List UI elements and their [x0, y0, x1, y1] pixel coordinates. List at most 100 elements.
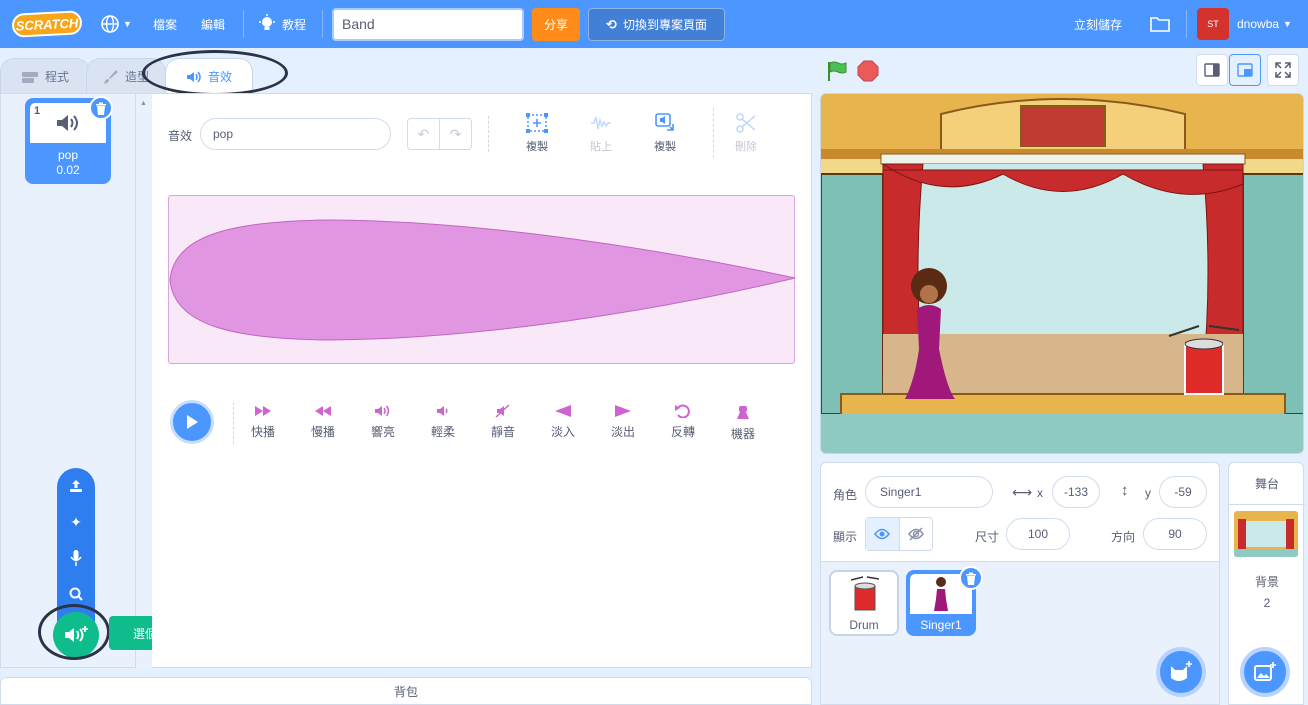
sound-name-input[interactable]: pop: [200, 118, 391, 150]
backdrop-thumbnail: [1234, 511, 1298, 557]
sprite-name: Drum: [849, 618, 879, 632]
share-button[interactable]: 分享: [532, 8, 580, 41]
tab-code[interactable]: 程式: [0, 58, 90, 94]
globe-icon: [101, 15, 119, 33]
effect-fade-in-label: 淡入: [550, 425, 575, 439]
tab-code-label: 程式: [44, 70, 69, 84]
x-arrow-icon: ⟷: [1012, 484, 1033, 500]
image-add-icon: [1254, 662, 1276, 681]
surprise-button[interactable]: ✦: [57, 510, 95, 534]
effect-fade-in-button[interactable]: 淡入: [541, 404, 585, 440]
sound-index: 1: [34, 105, 41, 117]
choose-backdrop-button[interactable]: [1240, 647, 1290, 697]
see-project-page-label: 切換到專案頁面: [622, 18, 707, 32]
stop-button[interactable]: [857, 60, 879, 85]
scratch-logo[interactable]: SCRATCH: [11, 10, 83, 38]
upload-icon: [70, 480, 82, 492]
account-menu[interactable]: dnowba ▼: [1237, 0, 1292, 48]
stage-title: 舞台: [1229, 463, 1305, 505]
copy-selection-icon: [526, 113, 548, 133]
sound-name-label: 音效: [168, 129, 193, 143]
delete-button[interactable]: 刪除: [722, 112, 770, 158]
lightbulb-icon: [259, 14, 275, 30]
effects-divider: [233, 402, 234, 444]
play-sound-button[interactable]: [170, 400, 214, 444]
direction-input[interactable]: 90: [1143, 518, 1207, 550]
menu-divider: [1186, 10, 1187, 38]
small-stage-button[interactable]: [1196, 54, 1228, 86]
stop-icon: [857, 60, 879, 82]
sound-list-scrollbar[interactable]: ▲: [135, 94, 151, 668]
effect-robot-button[interactable]: 機器: [721, 404, 765, 442]
waveform-area[interactable]: [168, 195, 796, 364]
fade-in-icon: [555, 405, 571, 417]
upload-sound-button[interactable]: [57, 474, 95, 498]
y-label: y: [1145, 486, 1151, 500]
choose-sprite-button[interactable]: [1156, 647, 1206, 697]
redo-button[interactable]: ↷: [440, 119, 471, 149]
delete-label: 刪除: [735, 141, 757, 153]
x-position-input[interactable]: -133: [1052, 476, 1100, 508]
theater-backdrop: [821, 94, 1303, 453]
sprite-name-input[interactable]: Singer1: [865, 476, 993, 508]
project-title-input[interactable]: Band: [332, 8, 524, 41]
backdrops-label: 背景: [1254, 575, 1279, 589]
eye-icon: [874, 528, 891, 540]
sprite-label: 角色: [833, 488, 858, 502]
highlight-ring: [142, 50, 288, 96]
effect-mute-button[interactable]: 靜音: [481, 404, 525, 440]
chevron-down-icon: ▼: [123, 19, 132, 29]
copy-button[interactable]: 複製: [513, 112, 561, 158]
mute-icon: [495, 404, 510, 418]
scroll-up-icon: ▲: [140, 100, 147, 107]
y-position-input[interactable]: -59: [1159, 476, 1207, 508]
large-stage-button[interactable]: [1229, 54, 1261, 86]
trash-icon: [966, 572, 976, 585]
sound-name: pop: [57, 148, 79, 162]
green-flag-button[interactable]: [826, 60, 848, 85]
large-stage-icon: [1237, 63, 1253, 77]
undo-icon: ↶: [417, 125, 430, 142]
effect-faster-button[interactable]: 快播: [241, 404, 285, 440]
my-stuff-button[interactable]: [1149, 0, 1171, 48]
undo-button[interactable]: ↶: [408, 119, 440, 149]
copy-to-new-icon: [655, 113, 674, 131]
hide-sprite-button[interactable]: [900, 518, 933, 550]
effect-slower-button[interactable]: 慢播: [301, 404, 345, 440]
volume-up-icon: [375, 405, 390, 417]
delete-sprite-button[interactable]: [959, 566, 983, 590]
tutorials-menu[interactable]: 教程: [258, 0, 306, 48]
show-label: 顯示: [833, 530, 858, 544]
sound-editor: [152, 93, 812, 668]
language-menu[interactable]: ▼: [100, 0, 132, 48]
search-icon: [69, 587, 83, 601]
stage-canvas[interactable]: [820, 93, 1304, 454]
visibility-toggle: [865, 517, 933, 551]
volume-down-icon: [437, 406, 448, 416]
file-menu[interactable]: 檔案: [153, 0, 177, 48]
effect-fade-out-label: 淡出: [610, 425, 635, 439]
effect-softer-button[interactable]: 輕柔: [421, 404, 465, 440]
copy-to-new-button[interactable]: 複製: [641, 112, 689, 158]
show-sprite-button[interactable]: [866, 518, 900, 550]
effect-robot-label: 機器: [730, 427, 755, 441]
paste-button[interactable]: 貼上: [577, 112, 625, 158]
x-label: x: [1037, 486, 1043, 500]
effect-reverse-button[interactable]: 反轉: [661, 404, 705, 440]
delete-sound-button[interactable]: [89, 96, 113, 120]
backpack[interactable]: 背包: [0, 677, 812, 705]
size-input[interactable]: 100: [1006, 518, 1070, 550]
avatar[interactable]: ST: [1197, 8, 1229, 40]
search-sound-button[interactable]: [57, 582, 95, 606]
effect-louder-button[interactable]: 響亮: [361, 404, 405, 440]
sprite-item[interactable]: Drum: [829, 570, 899, 636]
effect-fade-out-button[interactable]: 淡出: [601, 404, 645, 440]
edit-menu[interactable]: 編輯: [201, 0, 225, 48]
fullscreen-button[interactable]: [1267, 54, 1299, 86]
fast-forward-icon: [255, 406, 271, 416]
record-button[interactable]: [57, 546, 95, 570]
code-blocks-icon: [21, 71, 38, 83]
save-now-button[interactable]: 立刻儲存: [1074, 0, 1122, 48]
see-project-page-button[interactable]: ⟲ 切換到專案頁面: [588, 8, 725, 41]
toolbar-divider: [713, 108, 714, 158]
